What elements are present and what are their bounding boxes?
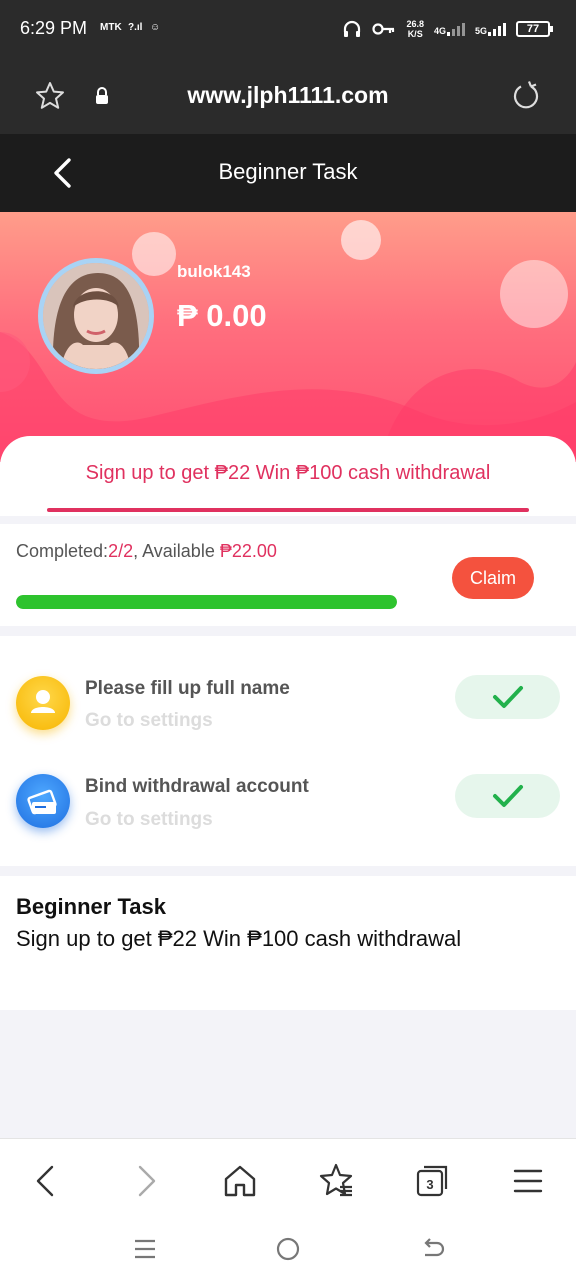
completion-status: Completed:2/2, Available ₱22.00	[16, 541, 277, 561]
progress-bar-fill	[16, 595, 397, 609]
signal-4g-icon: 4G	[434, 22, 465, 36]
avatar[interactable]	[38, 258, 154, 374]
tabs-button[interactable]: 3	[412, 1161, 452, 1201]
username: bulok143	[177, 262, 251, 281]
carrier-tag: MTK	[100, 22, 122, 33]
signal-5g-icon: 5G	[475, 22, 506, 36]
checkmark-icon	[493, 785, 523, 807]
task-title: Bind withdrawal account	[85, 776, 309, 797]
menu-icon[interactable]	[508, 1161, 548, 1201]
key-icon	[372, 23, 395, 35]
url-text[interactable]: www.jlph1111.com	[0, 82, 576, 109]
tabs-count: 3	[426, 1177, 434, 1192]
progress-section: Completed:2/2, Available ₱22.00 Claim	[0, 524, 576, 626]
notification-icon: ☺	[150, 22, 161, 33]
task-settings-link[interactable]: Go to settings	[85, 710, 213, 732]
status-bar: 6:29 PM MTK ?.ıl ☺ 26.8 K/S 4G 5G 77	[0, 0, 576, 58]
status-time: 6:29 PM	[20, 18, 88, 38]
task-tab-bar: Sign up to get ₱22 Win ₱100 cash withdra…	[0, 436, 576, 516]
task-list: Please fill up full name Go to settings …	[0, 636, 576, 866]
browser-back-icon[interactable]	[26, 1161, 66, 1201]
avatar-photo	[43, 263, 149, 369]
headphones-icon	[344, 20, 361, 37]
checkmark-icon	[493, 686, 523, 708]
browser-toolbar: 3	[0, 1138, 576, 1218]
claim-button[interactable]: Claim	[452, 557, 534, 599]
tab-signup-bonus[interactable]: Sign up to get ₱22 Win ₱100 cash withdra…	[0, 462, 576, 485]
task-title: Please fill up full name	[85, 678, 290, 699]
home-circle-icon[interactable]	[273, 1234, 303, 1264]
status-right: 26.8 K/S 4G 5G 77	[342, 16, 553, 42]
task-item-full-name[interactable]: Please fill up full name Go to settings	[0, 666, 576, 762]
task-done-badge	[455, 774, 560, 818]
home-icon[interactable]	[220, 1161, 260, 1201]
task-item-withdrawal-account[interactable]: Bind withdrawal account Go to settings	[0, 766, 576, 862]
address-bar: www.jlph1111.com	[0, 58, 576, 134]
system-nav-bar	[0, 1218, 576, 1280]
signal-question-icon: ?.ıl	[128, 22, 143, 33]
browser-forward-icon[interactable]	[126, 1161, 166, 1201]
description-body: Sign up to get ₱22 Win ₱100 cash withdra…	[16, 926, 462, 951]
bookmarks-icon[interactable]	[316, 1161, 356, 1201]
task-done-badge	[455, 675, 560, 719]
task-settings-link[interactable]: Go to settings	[85, 809, 213, 831]
system-back-icon[interactable]	[418, 1234, 448, 1264]
card-icon	[16, 774, 70, 828]
user-icon	[16, 676, 70, 730]
reload-icon[interactable]	[510, 80, 542, 112]
page-title: Beginner Task	[218, 159, 358, 184]
page-header: Beginner Task	[0, 134, 576, 212]
net-speed: 26.8 K/S	[406, 19, 424, 39]
tab-active-indicator	[47, 508, 529, 512]
profile-hero: bulok143 ₱ 0.00	[0, 212, 576, 462]
description-title: Beginner Task	[16, 894, 166, 919]
progress-bar	[16, 595, 397, 609]
task-description: Beginner Task Sign up to get ₱22 Win ₱10…	[0, 876, 576, 1010]
battery-icon: 77	[516, 21, 553, 37]
recent-apps-icon[interactable]	[130, 1234, 160, 1264]
balance-amount: ₱ 0.00	[177, 298, 267, 333]
